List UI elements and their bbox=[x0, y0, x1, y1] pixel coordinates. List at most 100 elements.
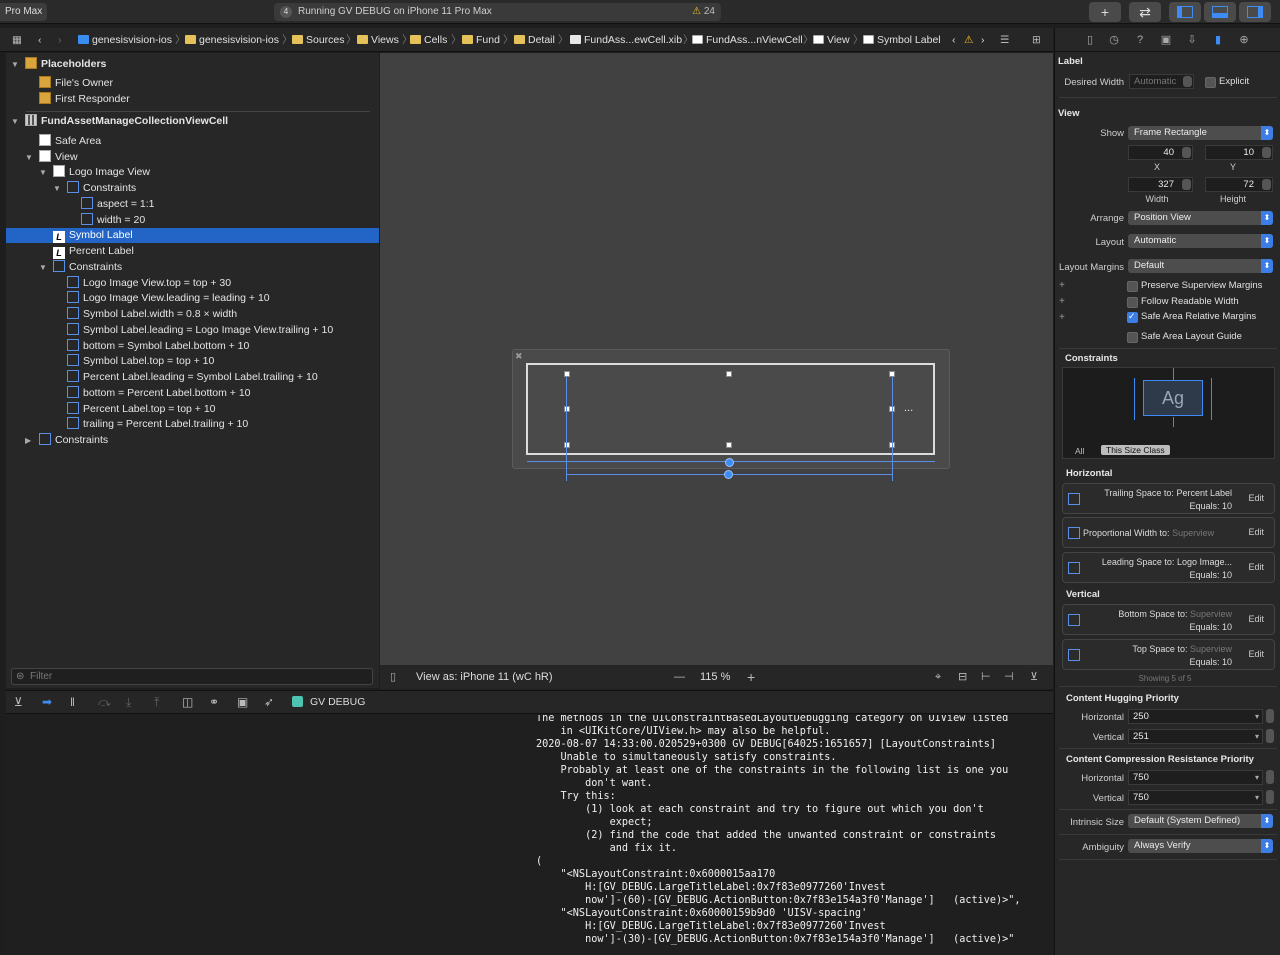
outline-constraint-row[interactable]: Symbol Label.width = 0.8 × width bbox=[67, 307, 237, 322]
outline-percent-label[interactable]: L Percent Label bbox=[53, 244, 134, 259]
zoom-level[interactable]: 115 % bbox=[700, 665, 730, 689]
arrange-popup[interactable]: Position View bbox=[1128, 211, 1273, 225]
disclosure-triangle-icon[interactable]: ▼ bbox=[11, 114, 19, 129]
breadcrumb-group[interactable]: genesisvision-ios bbox=[185, 28, 279, 52]
help-inspector-icon[interactable]: ? bbox=[1133, 33, 1147, 47]
forward-arrow-icon[interactable]: › bbox=[58, 28, 62, 52]
breadcrumb-fund[interactable]: Fund bbox=[462, 28, 500, 52]
breadcrumb-symbol-label[interactable]: Symbol Label bbox=[863, 28, 941, 52]
percent-label-placeholder[interactable]: ... bbox=[904, 402, 913, 414]
breadcrumb-sources[interactable]: Sources bbox=[292, 28, 345, 52]
attributes-inspector-icon[interactable]: ⇩ bbox=[1185, 33, 1199, 47]
simulate-location-icon[interactable]: ➶ bbox=[264, 691, 274, 713]
breadcrumb-project[interactable]: genesisvision-ios bbox=[78, 28, 172, 52]
stepper-icon[interactable] bbox=[1183, 76, 1192, 87]
add-variation-icon[interactable]: + bbox=[1059, 280, 1065, 291]
outline-symbol-label[interactable]: L Symbol Label bbox=[6, 228, 379, 243]
x-field[interactable]: 40 bbox=[1128, 145, 1193, 160]
desired-width-field[interactable]: Automatic bbox=[1129, 74, 1194, 89]
stepper-icon[interactable] bbox=[1262, 147, 1271, 158]
disclosure-triangle-icon[interactable]: ▼ bbox=[39, 260, 47, 275]
edit-button[interactable]: Edit bbox=[1248, 649, 1264, 659]
step-over-icon[interactable]: ⤼ bbox=[98, 691, 111, 713]
toggle-debug-area-button[interactable] bbox=[1204, 2, 1236, 22]
constraint-anchor[interactable] bbox=[725, 458, 734, 467]
environment-overrides-icon[interactable]: ▣ bbox=[237, 691, 248, 713]
stepper-icon[interactable] bbox=[1266, 729, 1274, 743]
breadcrumb-cell[interactable]: FundAss...nViewCell bbox=[692, 28, 803, 52]
breadcrumb-detail[interactable]: Detail bbox=[514, 28, 555, 52]
disclosure-triangle-icon[interactable]: ▼ bbox=[39, 165, 47, 180]
outline-files-owner[interactable]: File's Owner bbox=[39, 76, 113, 91]
library-add-button[interactable]: + bbox=[1089, 2, 1121, 22]
outline-constraint-row[interactable]: Symbol Label.leading = Logo Image View.t… bbox=[67, 323, 333, 338]
toggle-inspector-button[interactable] bbox=[1239, 2, 1271, 22]
compression-horizontal-field[interactable]: 750 ▾ bbox=[1128, 770, 1263, 785]
related-items-icon[interactable]: ▦ bbox=[12, 28, 22, 52]
height-field[interactable]: 72 bbox=[1205, 177, 1273, 192]
breadcrumb-view[interactable]: View bbox=[813, 28, 850, 52]
hugging-horizontal-field[interactable]: 250 ▾ bbox=[1128, 709, 1263, 724]
edit-button[interactable]: Edit bbox=[1248, 562, 1264, 572]
outline-constraint-row[interactable]: trailing = Percent Label.trailing + 10 bbox=[67, 417, 248, 432]
next-issue-arrow-icon[interactable]: › bbox=[981, 28, 985, 52]
outline-first-responder[interactable]: First Responder bbox=[39, 92, 130, 107]
hide-debug-area-icon[interactable]: ⊻ bbox=[14, 691, 23, 713]
view-debugger-icon[interactable]: ◫ bbox=[182, 691, 193, 713]
zoom-out-button[interactable]: — bbox=[674, 665, 685, 689]
breadcrumb-xib-file[interactable]: FundAss...ewCell.xib bbox=[570, 28, 682, 52]
outline-placeholders[interactable]: ▼ Placeholders bbox=[11, 57, 106, 72]
device-configuration[interactable]: View as: iPhone 11 (wC hR) bbox=[416, 665, 553, 689]
constraint-anchor[interactable] bbox=[724, 470, 733, 479]
disclosure-triangle-icon[interactable]: ▼ bbox=[11, 57, 19, 72]
constraint-leading-space[interactable]: Leading Space to: Logo Image... Equals: … bbox=[1062, 552, 1275, 583]
embed-in-icon[interactable]: ⊟ bbox=[958, 665, 967, 689]
outline-constraint-row[interactable]: Logo Image View.leading = leading + 10 bbox=[67, 291, 270, 306]
resize-handle[interactable] bbox=[726, 371, 732, 377]
preserve-superview-margins-checkbox[interactable]: Preserve Superview Margins bbox=[1127, 280, 1262, 292]
disclosure-triangle-icon[interactable]: ▼ bbox=[25, 150, 33, 165]
size-inspector-icon[interactable]: ▮ bbox=[1211, 33, 1225, 47]
warning-indicator[interactable]: ⚠ 24 bbox=[692, 3, 715, 21]
layout-margins-popup[interactable]: Default bbox=[1128, 259, 1273, 273]
outline-constraint-row[interactable]: Symbol Label.top = top + 10 bbox=[67, 354, 214, 369]
resize-handle[interactable] bbox=[564, 406, 570, 412]
variables-view[interactable] bbox=[6, 715, 532, 955]
connections-inspector-icon[interactable]: ⊕ bbox=[1237, 33, 1251, 47]
back-arrow-icon[interactable]: ‹ bbox=[38, 28, 42, 52]
outline-constraint-width[interactable]: width = 20 bbox=[81, 213, 145, 228]
add-constraints-icon[interactable]: ⊣ bbox=[1004, 665, 1014, 689]
edit-button[interactable]: Edit bbox=[1248, 493, 1264, 503]
edit-button[interactable]: Edit bbox=[1248, 614, 1264, 624]
outline-constraint-row[interactable]: bottom = Percent Label.bottom + 10 bbox=[67, 386, 251, 401]
memory-graph-icon[interactable]: ⚭ bbox=[209, 691, 219, 713]
outline-safe-area[interactable]: Safe Area bbox=[39, 134, 101, 149]
tab-all[interactable]: All bbox=[1075, 446, 1084, 456]
stepper-icon[interactable] bbox=[1182, 147, 1191, 158]
outline-filter-input[interactable]: ⊜ Filter bbox=[11, 668, 373, 685]
step-out-icon[interactable]: ⤒ bbox=[154, 691, 159, 713]
scheme-selector[interactable]: Pro Max bbox=[0, 3, 48, 21]
toggle-outline-icon[interactable]: ▯ bbox=[390, 665, 396, 689]
resolve-issues-icon[interactable]: ⊻ bbox=[1030, 665, 1038, 689]
outline-constraint-aspect[interactable]: aspect = 1:1 bbox=[81, 197, 155, 212]
update-frames-icon[interactable]: ⌖ bbox=[935, 665, 941, 689]
add-editor-icon[interactable]: ⊞ bbox=[1032, 28, 1041, 52]
hugging-vertical-field[interactable]: 251 ▾ bbox=[1128, 729, 1263, 744]
safe-area-layout-guide-checkbox[interactable]: Safe Area Layout Guide bbox=[1127, 331, 1242, 343]
resize-handle[interactable] bbox=[726, 442, 732, 448]
close-scene-icon[interactable]: ✖ bbox=[515, 351, 523, 362]
resize-handle[interactable] bbox=[564, 371, 570, 377]
safe-area-relative-margins-checkbox[interactable]: Safe Area Relative Margins bbox=[1127, 310, 1256, 323]
add-variation-icon[interactable]: + bbox=[1059, 312, 1065, 323]
debug-target-label[interactable]: GV DEBUG bbox=[310, 691, 365, 713]
breadcrumb-cells[interactable]: Cells bbox=[410, 28, 447, 52]
stepper-icon[interactable] bbox=[1182, 179, 1191, 190]
toggle-navigator-button[interactable] bbox=[1169, 2, 1201, 22]
console-output[interactable]: The methods in the UIConstraintBasedLayo… bbox=[533, 715, 1053, 955]
outline-constraint-row[interactable]: Percent Label.leading = Symbol Label.tra… bbox=[67, 370, 318, 385]
align-icon[interactable]: ⊢ bbox=[981, 665, 991, 689]
outline-constraint-row[interactable]: Logo Image View.top = top + 30 bbox=[67, 276, 231, 291]
outline-cell[interactable]: ▼ FundAssetManageCollectionViewCell bbox=[11, 114, 228, 129]
stepper-icon[interactable] bbox=[1266, 770, 1274, 784]
